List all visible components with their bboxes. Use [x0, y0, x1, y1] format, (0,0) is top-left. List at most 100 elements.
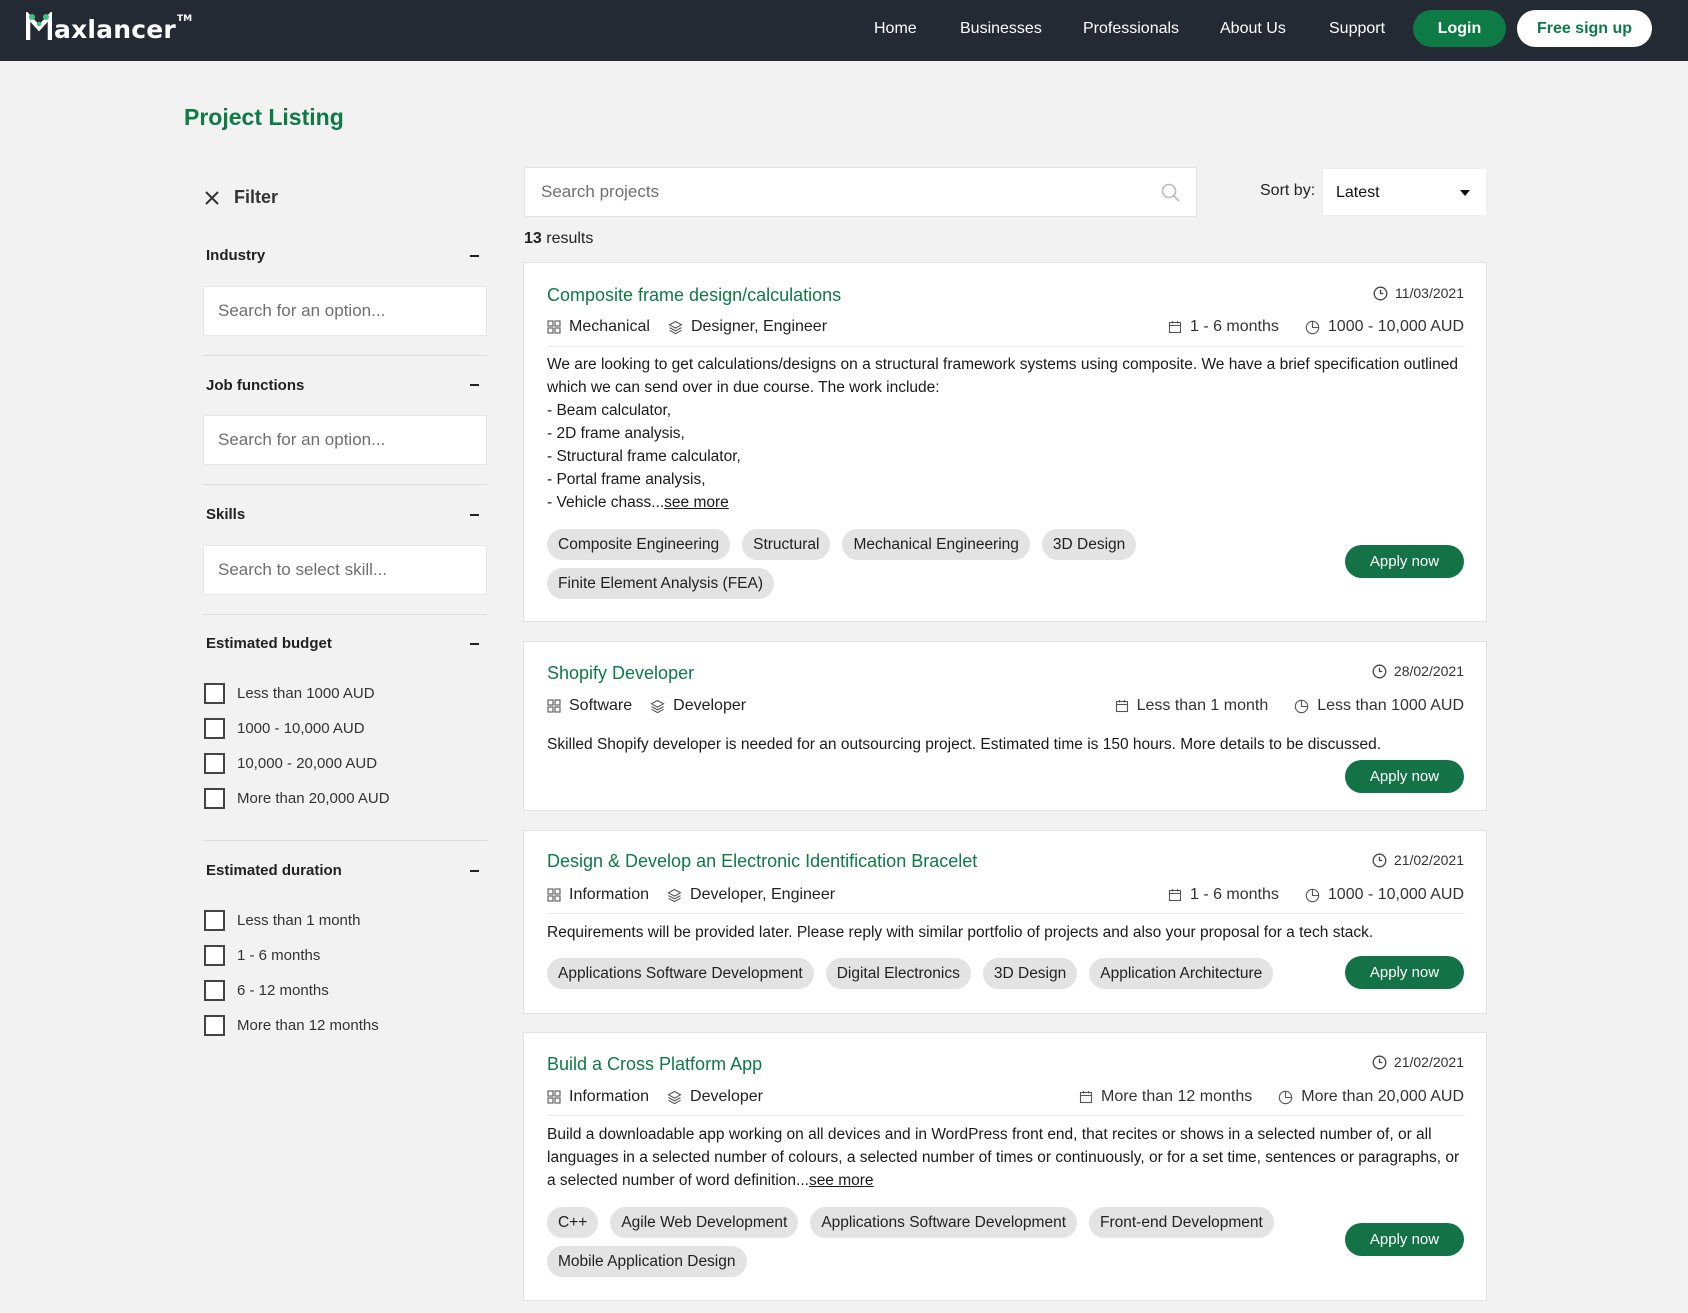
skill-tag[interactable]: 3D Design	[1041, 529, 1137, 560]
description-line: Requirements will be provided later. Ple…	[547, 924, 1374, 941]
checkbox[interactable]	[204, 945, 225, 966]
skill-tag[interactable]: Composite Engineering	[547, 529, 731, 560]
posted-date: 28/02/2021	[1372, 663, 1464, 679]
project-title[interactable]: Shopify Developer	[547, 662, 694, 684]
budget-collapse-icon[interactable]	[470, 643, 479, 645]
nav-businesses[interactable]: Businesses	[960, 19, 1042, 39]
skill-tag[interactable]: C++	[547, 1207, 599, 1238]
sort-dropdown[interactable]: Latest	[1322, 168, 1487, 216]
skill-tag[interactable]: Front-end Development	[1089, 1207, 1274, 1238]
duration-option[interactable]: 1 - 6 months	[204, 945, 320, 966]
checkbox[interactable]	[204, 1015, 225, 1036]
duration-option[interactable]: Less than 1 month	[204, 910, 360, 931]
budget-option[interactable]: More than 20,000 AUD	[204, 788, 390, 809]
skill-tag[interactable]: Mechanical Engineering	[842, 529, 1030, 560]
see-more-link[interactable]: see more	[664, 494, 729, 511]
nav-professionals[interactable]: Professionals	[1083, 19, 1179, 39]
posted-date: 21/02/2021	[1372, 1054, 1464, 1070]
industry-text: Software	[569, 697, 633, 714]
skill-tags: Composite Engineering Structural Mechani…	[547, 529, 1307, 599]
project-card: Shopify Developer 28/02/2021 Software De…	[523, 641, 1487, 811]
grid-icon	[547, 320, 561, 334]
duration-text: 1 - 6 months	[1189, 318, 1279, 335]
industry-search-input[interactable]	[203, 286, 487, 336]
skill-tag[interactable]: Applications Software Development	[547, 958, 814, 989]
project-title[interactable]: Composite frame design/calculations	[547, 284, 841, 306]
layers-icon	[667, 1090, 682, 1104]
project-search-input[interactable]	[525, 168, 1125, 216]
calendar-icon	[1079, 1091, 1093, 1104]
search-icon[interactable]	[1161, 183, 1180, 202]
checkbox[interactable]	[204, 980, 225, 1001]
project-description: Requirements will be provided later. Ple…	[547, 921, 1465, 944]
checkbox[interactable]	[204, 683, 225, 704]
project-title[interactable]: Design & Develop an Electronic Identific…	[547, 850, 977, 872]
nav-home[interactable]: Home	[874, 19, 917, 39]
skills-collapse-icon[interactable]	[470, 514, 479, 516]
description-line: - Structural frame calculator,	[547, 448, 741, 465]
budget-text: Less than 1000 AUD	[1317, 697, 1464, 714]
skill-tag[interactable]: Applications Software Development	[810, 1207, 1077, 1238]
skill-tag[interactable]: Finite Element Analysis (FEA)	[547, 568, 775, 599]
apply-now-button[interactable]: Apply now	[1345, 956, 1464, 989]
divider	[203, 355, 487, 356]
project-meta: Information Developer, Engineer	[547, 886, 835, 904]
apply-now-button[interactable]: Apply now	[1345, 1223, 1464, 1256]
pie-chart-icon	[1294, 699, 1309, 713]
budget-option[interactable]: 1000 - 10,000 AUD	[204, 718, 365, 739]
budget-section-title: Estimated budget	[206, 635, 332, 652]
job-functions-section-title: Job functions	[206, 377, 305, 394]
industry-section-title: Industry	[206, 247, 266, 264]
close-filter-icon[interactable]	[203, 189, 221, 207]
project-duration-budget: 1 - 6 months 1000 - 10,000 AUD	[1168, 886, 1464, 904]
calendar-icon	[1168, 321, 1182, 334]
checkbox[interactable]	[204, 910, 225, 931]
duration-collapse-icon[interactable]	[470, 870, 479, 872]
industry-text: Information	[569, 886, 650, 903]
job-functions-search-input[interactable]	[203, 415, 487, 465]
project-duration-budget: Less than 1 month Less than 1000 AUD	[1115, 697, 1464, 715]
checkbox[interactable]	[204, 718, 225, 739]
project-title[interactable]: Build a Cross Platform App	[547, 1053, 762, 1075]
posted-date-text: 11/03/2021	[1394, 285, 1464, 301]
checkbox-label: More than 20,000 AUD	[237, 790, 390, 807]
skill-tag[interactable]: Digital Electronics	[825, 958, 971, 989]
budget-option[interactable]: 10,000 - 20,000 AUD	[204, 753, 377, 774]
project-card: Build a Cross Platform App 21/02/2021 In…	[523, 1032, 1487, 1301]
maxlancer-logo[interactable]: axlancer TM	[26, 12, 192, 48]
skill-tag[interactable]: Agile Web Development	[610, 1207, 799, 1238]
duration-option[interactable]: 6 - 12 months	[204, 980, 329, 1001]
posted-date: 21/02/2021	[1372, 852, 1464, 868]
duration-text: 1 - 6 months	[1189, 886, 1279, 903]
duration-option[interactable]: More than 12 months	[204, 1015, 379, 1036]
checkbox[interactable]	[204, 788, 225, 809]
filter-title: Filter	[234, 187, 279, 207]
nav-support[interactable]: Support	[1329, 19, 1385, 39]
description-line: - Beam calculator,	[547, 402, 672, 419]
skill-tag[interactable]: 3D Design	[982, 958, 1078, 989]
grid-icon	[547, 699, 561, 713]
apply-now-button[interactable]: Apply now	[1345, 760, 1464, 793]
checkbox[interactable]	[204, 753, 225, 774]
industry-collapse-icon[interactable]	[470, 255, 479, 257]
project-description: Build a downloadable app working on all …	[547, 1123, 1465, 1192]
see-more-link[interactable]: see more	[809, 1172, 874, 1189]
results-number: 13	[524, 230, 542, 247]
pie-chart-icon	[1278, 1090, 1293, 1104]
apply-now-button[interactable]: Apply now	[1345, 545, 1464, 578]
skill-tag[interactable]: Mobile Application Design	[547, 1246, 747, 1277]
skill-tag[interactable]: Application Architecture	[1089, 958, 1274, 989]
nav-about-us[interactable]: About Us	[1220, 19, 1286, 39]
pie-chart-icon	[1305, 320, 1320, 334]
skills-search-input[interactable]	[203, 545, 487, 595]
role-text: Engineer	[771, 886, 836, 903]
skill-tag[interactable]: Structural	[742, 529, 831, 560]
budget-option[interactable]: Less than 1000 AUD	[204, 683, 375, 704]
project-meta: Software Developer	[547, 697, 746, 715]
free-signup-button[interactable]: Free sign up	[1517, 10, 1652, 47]
checkbox-label: 6 - 12 months	[237, 982, 329, 999]
login-button[interactable]: Login	[1413, 10, 1506, 47]
layers-icon	[667, 888, 682, 902]
job-functions-collapse-icon[interactable]	[470, 384, 479, 386]
description-line: We are looking to get calculations/desig…	[547, 356, 1458, 396]
